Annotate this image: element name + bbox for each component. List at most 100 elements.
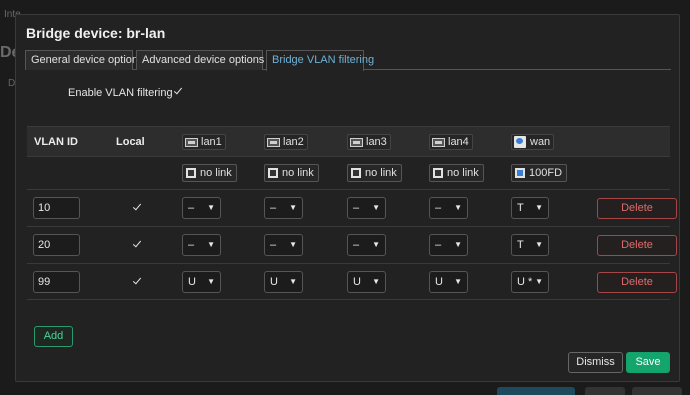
port-membership-select[interactable]: – ▼: [429, 197, 468, 219]
local-checkbox[interactable]: [132, 240, 143, 251]
port-membership-select[interactable]: – ▼: [347, 234, 386, 256]
port-membership-select[interactable]: – ▼: [182, 197, 221, 219]
background-button: [632, 387, 682, 395]
vlan-id-input[interactable]: 10: [33, 197, 80, 219]
ethernet-port-icon: [267, 137, 280, 147]
select-value: –: [435, 239, 442, 251]
select-value: U: [270, 276, 278, 288]
enable-vlan-filtering-label: Enable VLAN filtering: [68, 87, 173, 99]
chevron-down-icon: ▼: [454, 203, 462, 212]
chevron-down-icon: ▼: [454, 240, 462, 249]
chevron-down-icon: ▼: [535, 203, 543, 212]
vlan-id-input[interactable]: 20: [33, 234, 80, 256]
select-value: –: [270, 239, 277, 251]
table-row: 10 – ▼ – ▼ – ▼ – ▼ T ▼ Delete: [27, 189, 677, 226]
port-name: lan1: [201, 136, 222, 148]
chevron-down-icon: ▼: [454, 277, 462, 286]
chevron-down-icon: ▼: [372, 277, 380, 286]
port-membership-select[interactable]: U ▼: [264, 271, 303, 293]
port-membership-select[interactable]: U * ▼: [511, 271, 549, 293]
status-text: no link: [447, 167, 479, 179]
background-button: [585, 387, 625, 395]
wan-port-icon: [514, 136, 526, 148]
port-header-lan4: lan4: [429, 134, 473, 150]
port-membership-select[interactable]: – ▼: [264, 197, 303, 219]
port-name: lan3: [366, 136, 387, 148]
select-value: U: [517, 276, 525, 288]
delete-button[interactable]: Delete: [597, 235, 677, 256]
checkmark-icon: [174, 87, 183, 96]
select-value: –: [188, 202, 195, 214]
add-vlan-button[interactable]: Add: [34, 326, 73, 347]
status-text: 100FD: [529, 167, 563, 179]
primary-vlan-marker: *: [528, 276, 533, 288]
select-value: –: [435, 202, 442, 214]
port-membership-select[interactable]: – ▼: [347, 197, 386, 219]
port-name: lan2: [283, 136, 304, 148]
chevron-down-icon: ▼: [289, 203, 297, 212]
local-checkbox[interactable]: [132, 203, 143, 214]
delete-button[interactable]: Delete: [597, 198, 677, 219]
dismiss-button[interactable]: Dismiss: [568, 352, 623, 373]
tab-general-device-options[interactable]: General device options: [25, 50, 144, 70]
status-text: no link: [365, 167, 397, 179]
select-value: U: [188, 276, 196, 288]
port-membership-select[interactable]: U ▼: [429, 271, 468, 293]
link-status-icon: [515, 168, 525, 178]
enable-vlan-filtering-checkbox[interactable]: [173, 87, 184, 98]
checkmark-icon: [133, 203, 142, 212]
select-value: T: [517, 239, 524, 251]
port-membership-select[interactable]: – ▼: [264, 234, 303, 256]
modal-title: Bridge device: br-lan: [26, 25, 166, 41]
chevron-down-icon: ▼: [207, 277, 215, 286]
port-status-badge: no link: [429, 164, 484, 182]
port-status-badge: no link: [347, 164, 402, 182]
bridge-device-modal: Bridge device: br-lan General device opt…: [15, 14, 680, 382]
port-status-badge: no link: [264, 164, 319, 182]
port-status-badge: 100FD: [511, 164, 568, 182]
port-membership-select[interactable]: U ▼: [347, 271, 386, 293]
table-header-row: VLAN ID Local lan1 lan2 lan3 lan4 wan: [27, 126, 670, 156]
checkmark-icon: [133, 277, 142, 286]
status-text: no link: [200, 167, 232, 179]
link-status-icon: [351, 168, 361, 178]
port-status-badge: no link: [182, 164, 237, 182]
vlan-id-header: VLAN ID: [34, 136, 78, 148]
chevron-down-icon: ▼: [535, 240, 543, 249]
chevron-down-icon: ▼: [207, 240, 215, 249]
port-membership-select[interactable]: T ▼: [511, 197, 549, 219]
link-status-icon: [433, 168, 443, 178]
chevron-down-icon: ▼: [289, 277, 297, 286]
vlan-id-input[interactable]: 99: [33, 271, 80, 293]
port-membership-select[interactable]: – ▼: [182, 234, 221, 256]
port-header-wan: wan: [511, 134, 555, 150]
local-header: Local: [116, 136, 145, 148]
table-row: 99 U ▼ U ▼ U ▼ U ▼ U * ▼ Delete: [27, 263, 677, 300]
port-membership-select[interactable]: U ▼: [182, 271, 221, 293]
tab-advanced-device-options[interactable]: Advanced device options: [136, 50, 264, 70]
checkmark-icon: [133, 240, 142, 249]
ethernet-port-icon: [185, 137, 198, 147]
tab-bar: General device options Advanced device o…: [25, 50, 671, 71]
port-name: wan: [530, 136, 551, 148]
chevron-down-icon: ▼: [207, 203, 215, 212]
select-value: –: [188, 239, 195, 251]
port-status-row: no link no link no link no link 100FD: [27, 156, 670, 189]
tab-bridge-vlan-filtering[interactable]: Bridge VLAN filtering: [266, 50, 374, 71]
ethernet-port-icon: [350, 137, 363, 147]
chevron-down-icon: ▼: [535, 277, 543, 286]
chevron-down-icon: ▼: [372, 203, 380, 212]
delete-button[interactable]: Delete: [597, 272, 677, 293]
port-membership-select[interactable]: – ▼: [429, 234, 468, 256]
select-value: U: [435, 276, 443, 288]
select-value: T: [517, 202, 524, 214]
local-checkbox[interactable]: [132, 277, 143, 288]
port-membership-select[interactable]: T ▼: [511, 234, 549, 256]
table-row: 20 – ▼ – ▼ – ▼ – ▼ T ▼ Delete: [27, 226, 677, 263]
port-header-lan2: lan2: [264, 134, 308, 150]
port-header-lan3: lan3: [347, 134, 391, 150]
link-status-icon: [268, 168, 278, 178]
save-button[interactable]: Save: [626, 352, 670, 373]
link-status-icon: [186, 168, 196, 178]
select-value: –: [353, 202, 360, 214]
